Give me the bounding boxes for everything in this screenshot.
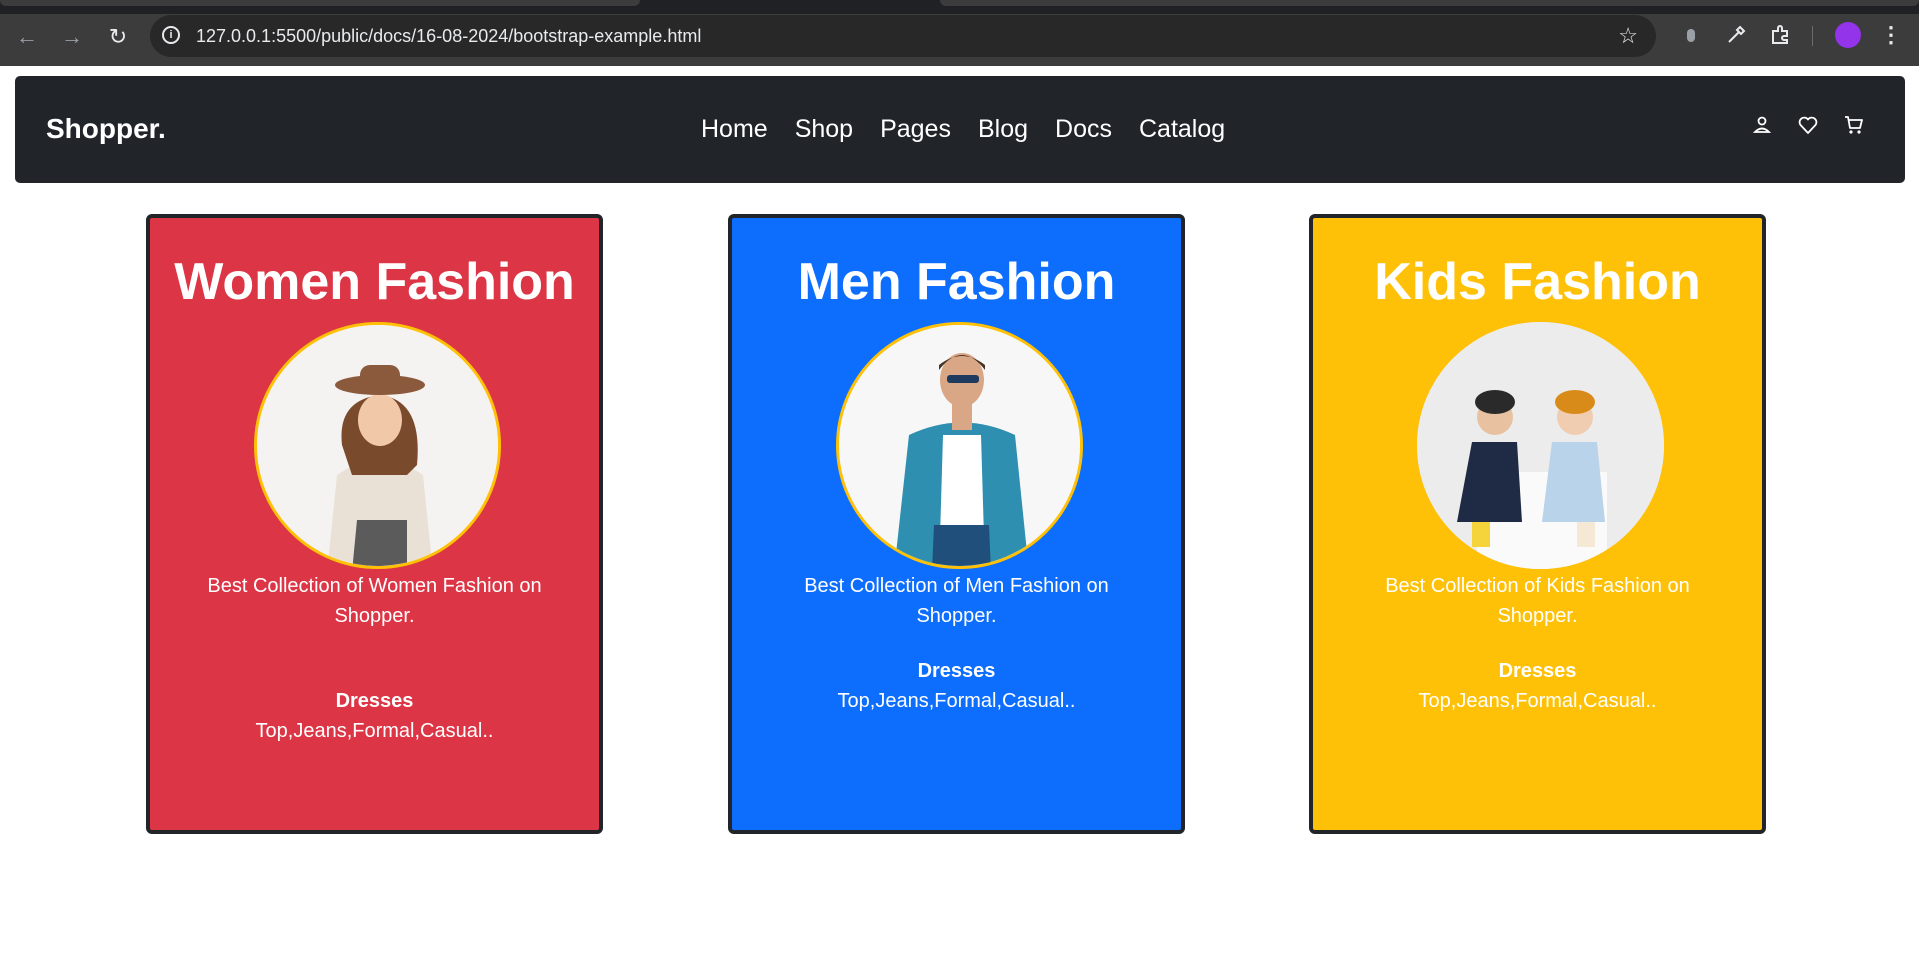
nav-link-pages[interactable]: Pages — [880, 112, 951, 146]
brand-logo[interactable]: Shopper. — [46, 112, 166, 146]
card-description: Best Collection of Women Fashion on Shop… — [207, 575, 542, 627]
card-description: Best Collection of Men Fashion on Shoppe… — [804, 575, 1109, 627]
eyedropper-icon[interactable] — [1723, 22, 1749, 48]
card-category: Dresses — [335, 690, 414, 712]
nav-link-docs[interactable]: Docs — [1055, 112, 1112, 146]
browser-toolbar: ← → ↻ i 127.0.0.1:5500/public/docs/16-08… — [0, 0, 1919, 66]
tab-strip — [0, 0, 1919, 14]
cart-icon[interactable] — [1843, 114, 1865, 136]
card-description: Best Collection of Kids Fashion on Shopp… — [1385, 575, 1690, 627]
url-text[interactable]: 127.0.0.1:5500/public/docs/16-08-2024/bo… — [196, 26, 701, 46]
card-items: Top,Jeans,Formal,Casual.. — [255, 720, 494, 742]
extension-icon[interactable] — [1678, 22, 1704, 48]
menu-kebab-icon[interactable]: ⋮ — [1880, 20, 1902, 50]
nav-link-shop[interactable]: Shop — [795, 112, 853, 146]
card-title: Women Fashion — [174, 253, 575, 311]
heart-icon[interactable] — [1797, 114, 1819, 136]
category-card-men[interactable]: Men Fashion Best Collection of Men Fashi… — [728, 214, 1185, 834]
browser-tab[interactable] — [0, 0, 640, 6]
bookmark-star-icon[interactable]: ☆ — [1618, 23, 1638, 49]
card-title: Men Fashion — [797, 253, 1116, 311]
site-info-icon[interactable]: i — [162, 26, 180, 44]
men-fashion-image — [836, 322, 1083, 569]
card-category: Dresses — [917, 660, 996, 682]
card-category: Dresses — [1498, 660, 1577, 682]
user-icon[interactable] — [1751, 114, 1773, 136]
women-fashion-image — [254, 322, 501, 569]
card-title: Kids Fashion — [1374, 253, 1701, 311]
nav-link-catalog[interactable]: Catalog — [1139, 112, 1225, 146]
category-card-kids[interactable]: Kids Fashion Best Collection of Kids Fas… — [1309, 214, 1766, 834]
profile-avatar[interactable] — [1835, 22, 1861, 48]
nav-link-home[interactable]: Home — [701, 112, 768, 146]
forward-icon[interactable]: → — [57, 22, 87, 52]
site-navbar: Shopper. Home Shop Pages Blog Docs Catal… — [15, 76, 1905, 183]
browser-tab[interactable] — [940, 0, 1919, 6]
address-bar[interactable]: i 127.0.0.1:5500/public/docs/16-08-2024/… — [150, 15, 1656, 57]
nav-link-blog[interactable]: Blog — [978, 112, 1028, 146]
kids-fashion-image — [1417, 322, 1664, 569]
toolbar-divider — [1812, 26, 1813, 46]
nav-links: Home Shop Pages Blog Docs Catalog — [701, 112, 1252, 146]
card-items: Top,Jeans,Formal,Casual.. — [1418, 690, 1657, 712]
reload-icon[interactable]: ↻ — [103, 22, 133, 52]
back-icon[interactable]: ← — [12, 22, 42, 52]
category-card-women[interactable]: Women Fashion Best Collection of Women F… — [146, 214, 603, 834]
puzzle-icon[interactable] — [1768, 22, 1794, 48]
card-items: Top,Jeans,Formal,Casual.. — [837, 690, 1076, 712]
nav-icon-group — [1751, 114, 1865, 136]
